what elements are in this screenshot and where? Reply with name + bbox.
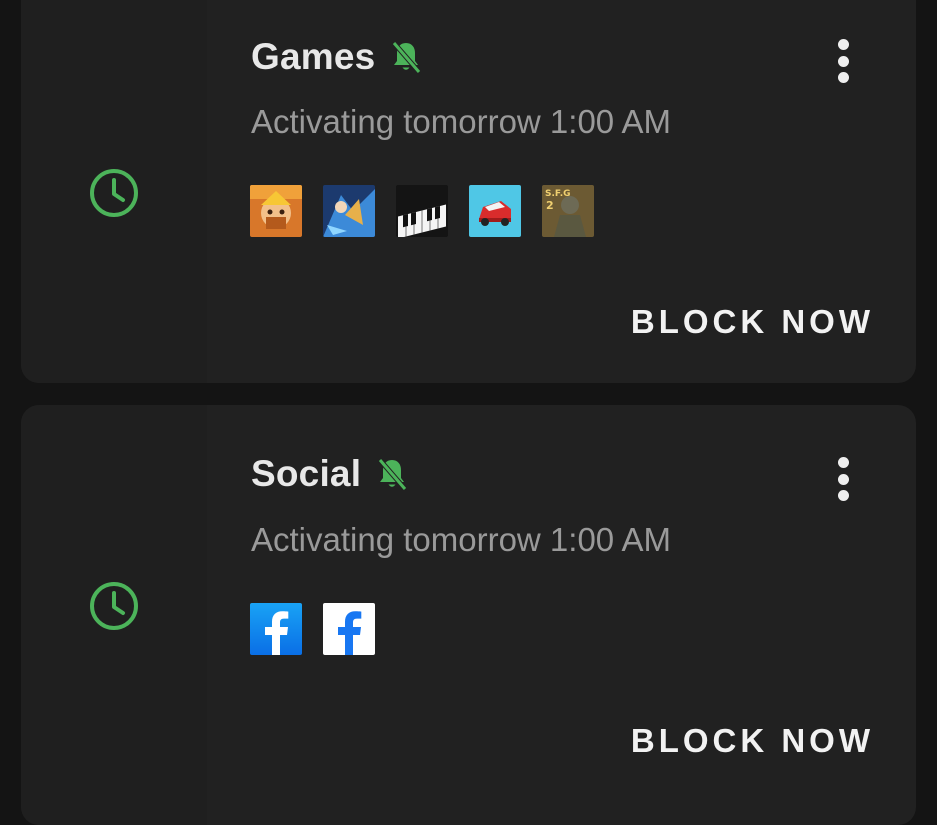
profile-schedule-text: Activating tomorrow 1:00 AM: [251, 521, 672, 558]
profile-card-games[interactable]: Games Activating tomorrow 1:00 AM S.F.G …: [21, 0, 916, 383]
profile-schedule-text: Activating tomorrow 1:00 AM: [251, 103, 672, 140]
facebook-lite-app-icon: [323, 603, 375, 655]
svg-text:S.F.G: S.F.G: [545, 189, 571, 199]
block-now-button[interactable]: BLOCK NOW: [631, 722, 874, 760]
car-game-app-icon: [469, 185, 521, 237]
title-row: Games: [251, 36, 423, 78]
title-row: Social: [251, 453, 409, 495]
bell-off-icon: [392, 41, 422, 74]
more-options-icon[interactable]: [828, 37, 858, 85]
piano-app-icon: [396, 185, 448, 237]
profile-title: Games: [251, 36, 376, 77]
facebook-app-icon: [250, 603, 302, 655]
clock-icon: [90, 169, 138, 217]
profile-title: Social: [251, 453, 362, 494]
mobile-legends-app-icon: [323, 185, 375, 237]
block-now-button[interactable]: BLOCK NOW: [631, 303, 874, 341]
shooter-game-app-icon: S.F.G 2: [542, 185, 594, 237]
app-icon-list: S.F.G 2: [250, 185, 594, 237]
clock-icon: [90, 582, 138, 630]
more-options-icon[interactable]: [828, 455, 858, 503]
svg-text:2: 2: [546, 199, 554, 212]
bell-off-icon: [378, 458, 408, 491]
clash-of-clans-app-icon: [250, 185, 302, 237]
app-icon-list: [250, 603, 375, 655]
profile-card-social[interactable]: Social Activating tomorrow 1:00 AM BLOCK: [21, 405, 916, 825]
